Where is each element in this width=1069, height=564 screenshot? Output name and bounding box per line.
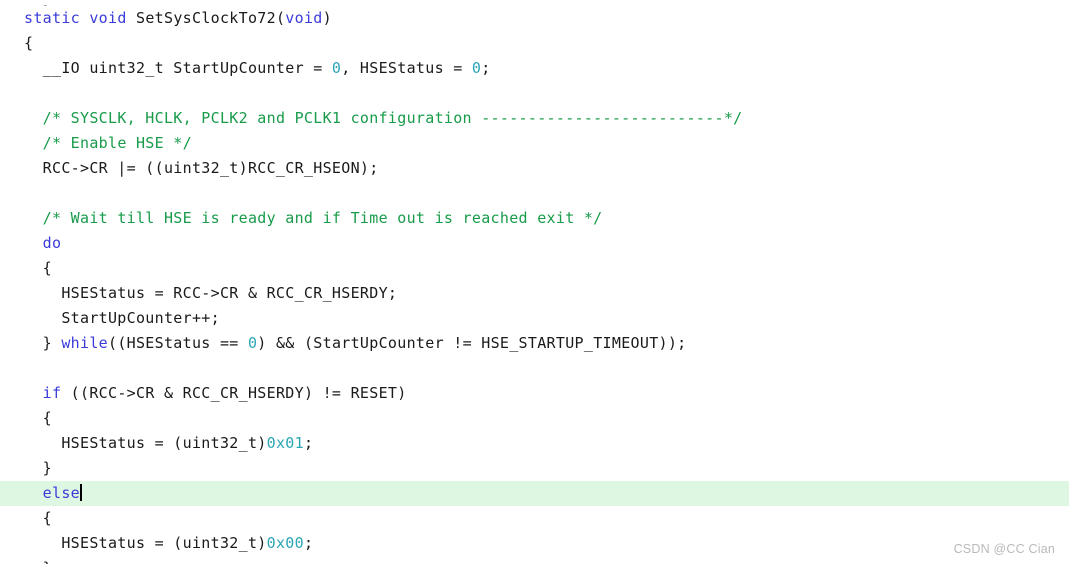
code-token-plain: RCC->CR |= ((uint32_t)RCC_CR_HSEON); [24, 159, 379, 177]
code-token-plain: HSEStatus = (uint32_t) [24, 434, 267, 452]
code-token-keyword: else [42, 484, 80, 502]
code-token-plain: } [24, 334, 62, 352]
code-token-comment: /* Wait till HSE is ready and if Time ou… [42, 209, 603, 227]
code-line[interactable]: HSEStatus = (uint32_t)0x01; [0, 431, 1069, 456]
code-token-plain: { [24, 409, 52, 427]
code-token-plain: } [24, 459, 52, 477]
code-line[interactable]: /* SYSCLK, HCLK, PCLK2 and PCLK1 configu… [0, 106, 1069, 131]
code-line[interactable]: if ((RCC->CR & RCC_CR_HSERDY) != RESET) [0, 381, 1069, 406]
code-line[interactable]: { [0, 256, 1069, 281]
code-token-plain: __IO uint32_t StartUpCounter = [24, 59, 332, 77]
code-token-keyword: if [42, 384, 62, 402]
code-line[interactable] [0, 356, 1069, 381]
code-line[interactable]: { [0, 31, 1069, 56]
code-token-plain: , HSEStatus = [341, 59, 472, 77]
code-editor-viewport[interactable]: } static void SetSysClockTo72(void) { __IO… [0, 0, 1069, 564]
code-line[interactable]: } while((HSEStatus == 0) && (StartUpCoun… [0, 331, 1069, 356]
code-token-plain: HSEStatus = (uint32_t) [24, 534, 267, 552]
code-token-plain: ; [303, 534, 314, 552]
code-line[interactable]: /* Wait till HSE is ready and if Time ou… [0, 206, 1069, 231]
code-line[interactable]: } [0, 456, 1069, 481]
code-token-plain: StartUpCounter++; [24, 309, 220, 327]
code-token-keyword: void [285, 9, 323, 27]
code-token-plain: { [24, 509, 52, 527]
code-line[interactable]: RCC->CR |= ((uint32_t)RCC_CR_HSEON); [0, 156, 1069, 181]
csdn-watermark: CSDN @CC Cian [953, 542, 1055, 556]
code-line[interactable]: static void SetSysClockTo72(void) [0, 6, 1069, 31]
code-token-number: 0 [247, 334, 258, 352]
code-editor-screenshot: } static void SetSysClockTo72(void) { __IO… [0, 0, 1069, 564]
text-caret [80, 484, 82, 501]
code-token-plain: { [24, 34, 34, 52]
code-token-plain: ((RCC->CR & RCC_CR_HSERDY) != RESET) [61, 384, 407, 402]
code-token-comment: /* Enable HSE */ [42, 134, 192, 152]
code-token-number: 0x01 [266, 434, 304, 452]
code-token-plain: } [24, 559, 52, 564]
code-token-plain: HSEStatus = RCC->CR & RCC_CR_HSERDY; [24, 284, 398, 302]
code-line[interactable]: } [0, 556, 1069, 564]
code-token-keyword: static [24, 9, 80, 27]
code-token-comment: /* SYSCLK, HCLK, PCLK2 and PCLK1 configu… [42, 109, 743, 127]
code-token-plain: SetSysClockTo72( [126, 9, 286, 27]
code-line-current[interactable]: else [0, 481, 1069, 506]
code-token-number: 0x00 [266, 534, 304, 552]
code-line[interactable]: { [0, 406, 1069, 431]
code-token-keyword: do [42, 234, 62, 252]
code-token-keyword: void [89, 9, 127, 27]
code-token-number: 0 [471, 59, 482, 77]
code-line[interactable]: { [0, 506, 1069, 531]
code-line[interactable]: __IO uint32_t StartUpCounter = 0, HSESta… [0, 56, 1069, 81]
code-token-plain: ; [303, 434, 314, 452]
code-token-plain: ) && (StartUpCounter != HSE_STARTUP_TIME… [257, 334, 687, 352]
code-line[interactable]: HSEStatus = RCC->CR & RCC_CR_HSERDY; [0, 281, 1069, 306]
code-line[interactable]: do [0, 231, 1069, 256]
code-token-keyword: while [61, 334, 108, 352]
code-line[interactable]: HSEStatus = (uint32_t)0x00; [0, 531, 1069, 556]
code-token-plain: ; [481, 59, 491, 77]
code-line[interactable]: StartUpCounter++; [0, 306, 1069, 331]
code-token-plain: ) [322, 9, 332, 27]
code-line[interactable]: /* Enable HSE */ [0, 131, 1069, 156]
code-line[interactable] [0, 81, 1069, 106]
code-token-number: 0 [331, 59, 342, 77]
code-line[interactable] [0, 181, 1069, 206]
code-token-plain: { [24, 259, 52, 277]
code-token-plain: ((HSEStatus == [107, 334, 248, 352]
